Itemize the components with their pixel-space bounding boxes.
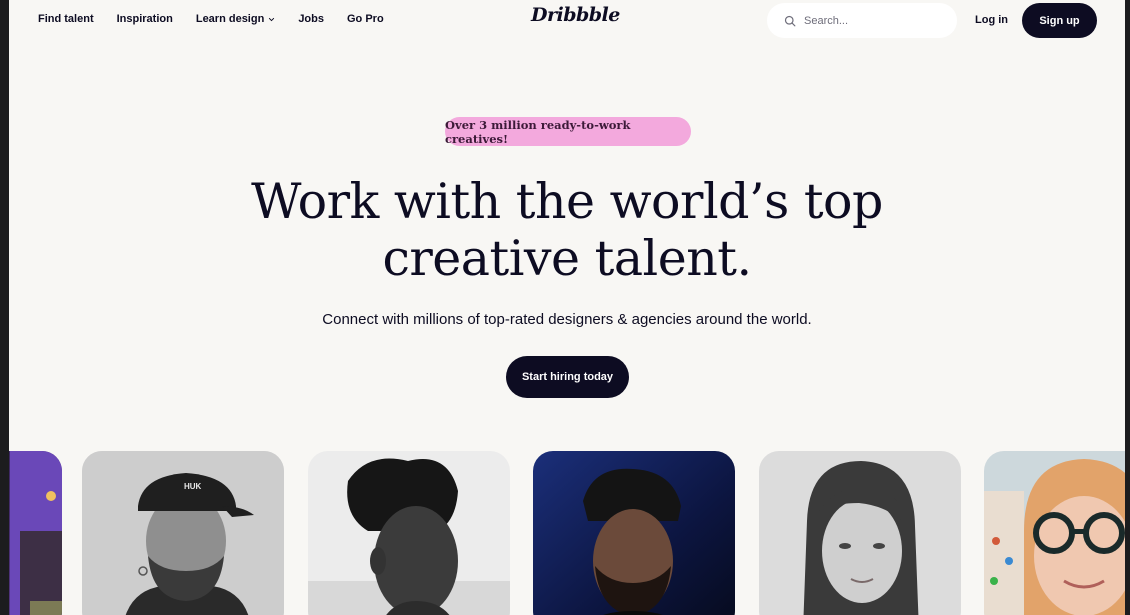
portrait-image: HUK <box>82 451 284 615</box>
designer-card-5[interactable] <box>984 451 1125 615</box>
login-link[interactable]: Log in <box>975 14 1008 26</box>
nav-find-talent[interactable]: Find talent <box>38 13 94 25</box>
designer-card-2[interactable] <box>308 451 510 615</box>
portrait-image <box>308 451 510 615</box>
nav-jobs[interactable]: Jobs <box>298 13 324 25</box>
nav-go-pro[interactable]: Go Pro <box>347 13 384 25</box>
designer-card-3[interactable] <box>533 451 735 615</box>
hat-logo-text: HUK <box>184 482 202 491</box>
designer-card-4[interactable] <box>759 451 961 615</box>
portrait-image <box>9 451 62 615</box>
chevron-down-icon <box>269 17 275 21</box>
hero-headline: Work with the world’s top creative talen… <box>9 173 1125 287</box>
portrait-image <box>533 451 735 615</box>
hero-headline-line-1: Work with the world’s top <box>251 173 883 230</box>
hero-subtitle: Connect with millions of top-rated desig… <box>322 311 812 328</box>
designer-card-partial[interactable] <box>9 451 62 615</box>
nav-inspiration[interactable]: Inspiration <box>117 13 173 25</box>
page: Find talent Inspiration Learn design Job… <box>9 0 1125 615</box>
dribbble-logo[interactable]: Dribbble <box>531 4 620 26</box>
nav-learn-design[interactable]: Learn design <box>196 13 275 25</box>
nav-links: Find talent Inspiration Learn design Job… <box>38 13 407 25</box>
search-icon <box>784 15 796 26</box>
top-nav: Find talent Inspiration Learn design Job… <box>9 0 1125 40</box>
signup-button[interactable]: Sign up <box>1022 3 1097 38</box>
hero-headline-line-2: creative talent. <box>382 230 752 287</box>
search-input[interactable] <box>802 13 946 28</box>
start-hiring-button[interactable]: Start hiring today <box>506 356 629 398</box>
creatives-badge: Over 3 million ready-to-work creatives! <box>445 117 691 146</box>
portrait-image <box>984 451 1125 615</box>
nav-learn-design-label: Learn design <box>195 13 265 25</box>
search-box[interactable] <box>767 3 957 38</box>
designer-card-1[interactable]: HUK <box>82 451 284 615</box>
portrait-image <box>759 451 961 615</box>
